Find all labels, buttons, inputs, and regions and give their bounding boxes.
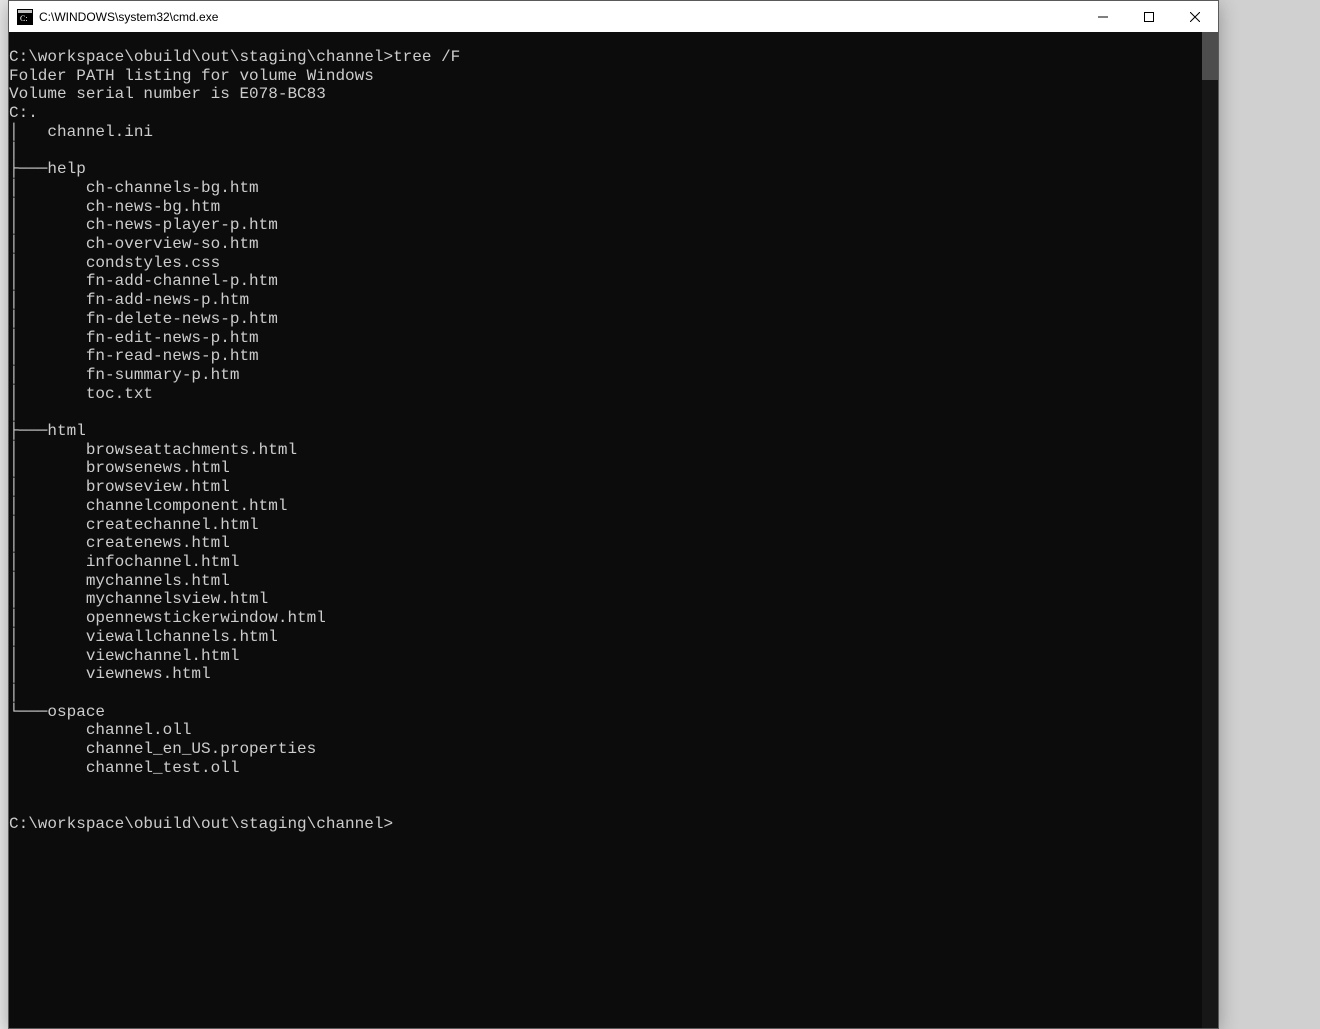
vertical-scrollbar[interactable] xyxy=(1202,32,1218,1028)
scrollbar-thumb[interactable] xyxy=(1202,32,1218,80)
close-button[interactable] xyxy=(1172,1,1218,32)
terminal-output[interactable]: C:\workspace\obuild\out\staging\channel>… xyxy=(9,32,1202,1028)
window-title: C:\WINDOWS\system32\cmd.exe xyxy=(39,10,1080,24)
background-sliver xyxy=(0,0,8,1029)
window-controls xyxy=(1080,1,1218,32)
cmd-window: C: C:\WINDOWS\system32\cmd.exe C:\worksp… xyxy=(8,0,1219,1029)
titlebar[interactable]: C: C:\WINDOWS\system32\cmd.exe xyxy=(9,1,1218,32)
svg-text:C:: C: xyxy=(20,14,28,23)
minimize-button[interactable] xyxy=(1080,1,1126,32)
maximize-button[interactable] xyxy=(1126,1,1172,32)
console-area: C:\workspace\obuild\out\staging\channel>… xyxy=(9,32,1218,1028)
cmd-icon: C: xyxy=(17,9,33,25)
